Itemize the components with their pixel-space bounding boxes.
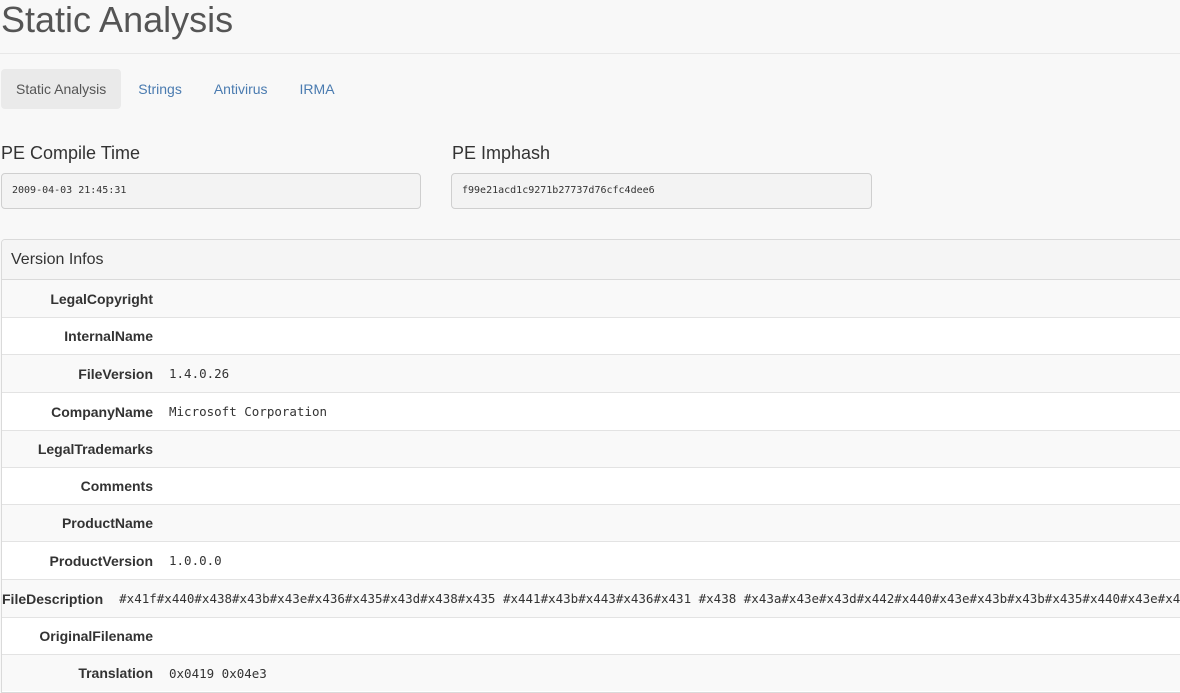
table-row: ProductVersion 1.0.0.0	[2, 541, 1180, 579]
table-row: FileDescription #x41f#x440#x438#x43b#x43…	[2, 579, 1180, 617]
table-row: InternalName	[2, 317, 1180, 354]
tab-antivirus[interactable]: Antivirus	[199, 69, 283, 109]
row-key: InternalName	[64, 328, 153, 344]
version-infos-heading: Version Infos	[2, 240, 1180, 280]
table-row: ProductName	[2, 504, 1180, 541]
version-infos-table: LegalCopyright InternalName FileVersion …	[2, 280, 1180, 691]
row-key: LegalCopyright	[50, 290, 153, 307]
row-key: FileVersion	[78, 365, 153, 382]
row-key: ProductName	[61, 515, 153, 531]
compile-time-label: PE Compile Time	[1, 143, 141, 163]
title-divider	[0, 53, 1180, 54]
imphash-label: PE Imphash	[452, 143, 551, 163]
tab-irma[interactable]: IRMA	[285, 69, 350, 109]
row-key: FileDescription	[2, 590, 104, 607]
tab-static-analysis[interactable]: Static Analysis	[1, 69, 122, 109]
table-row: CompanyName Microsoft Corporation	[2, 392, 1180, 430]
table-row: Comments	[2, 467, 1180, 504]
row-value: 0x0419 0x04e3	[169, 665, 267, 681]
tab-bar: Static Analysis Strings Antivirus IRMA	[1, 69, 352, 109]
imphash-field[interactable]: f99e21acd1c9271b27737d76cfc4dee6	[451, 173, 872, 209]
row-key: Translation	[78, 665, 153, 681]
row-value: Microsoft Corporation	[169, 404, 328, 419]
compile-time-field[interactable]: 2009-04-03 21:45:31	[1, 173, 421, 209]
row-key: Comments	[80, 478, 153, 494]
page-title: Static Analysis	[1, 0, 234, 40]
row-key: OriginalFilename	[39, 628, 153, 644]
row-key: LegalTrademarks	[37, 441, 153, 457]
table-row: LegalCopyright	[2, 280, 1180, 317]
table-row: OriginalFilename	[2, 617, 1180, 654]
table-row: LegalTrademarks	[2, 430, 1180, 467]
row-value: #x41f#x440#x438#x43b#x43e#x436#x435#x43d…	[119, 591, 1180, 606]
row-value: 1.0.0.0	[169, 553, 222, 568]
row-key: ProductVersion	[49, 552, 153, 569]
row-value: 1.4.0.26	[169, 366, 230, 381]
version-infos-panel: Version Infos LegalCopyright InternalNam…	[1, 239, 1180, 693]
row-key: CompanyName	[51, 403, 153, 420]
tab-strings[interactable]: Strings	[123, 69, 197, 109]
table-row: FileVersion 1.4.0.26	[2, 354, 1180, 392]
table-row: Translation 0x0419 0x04e3	[2, 654, 1180, 691]
